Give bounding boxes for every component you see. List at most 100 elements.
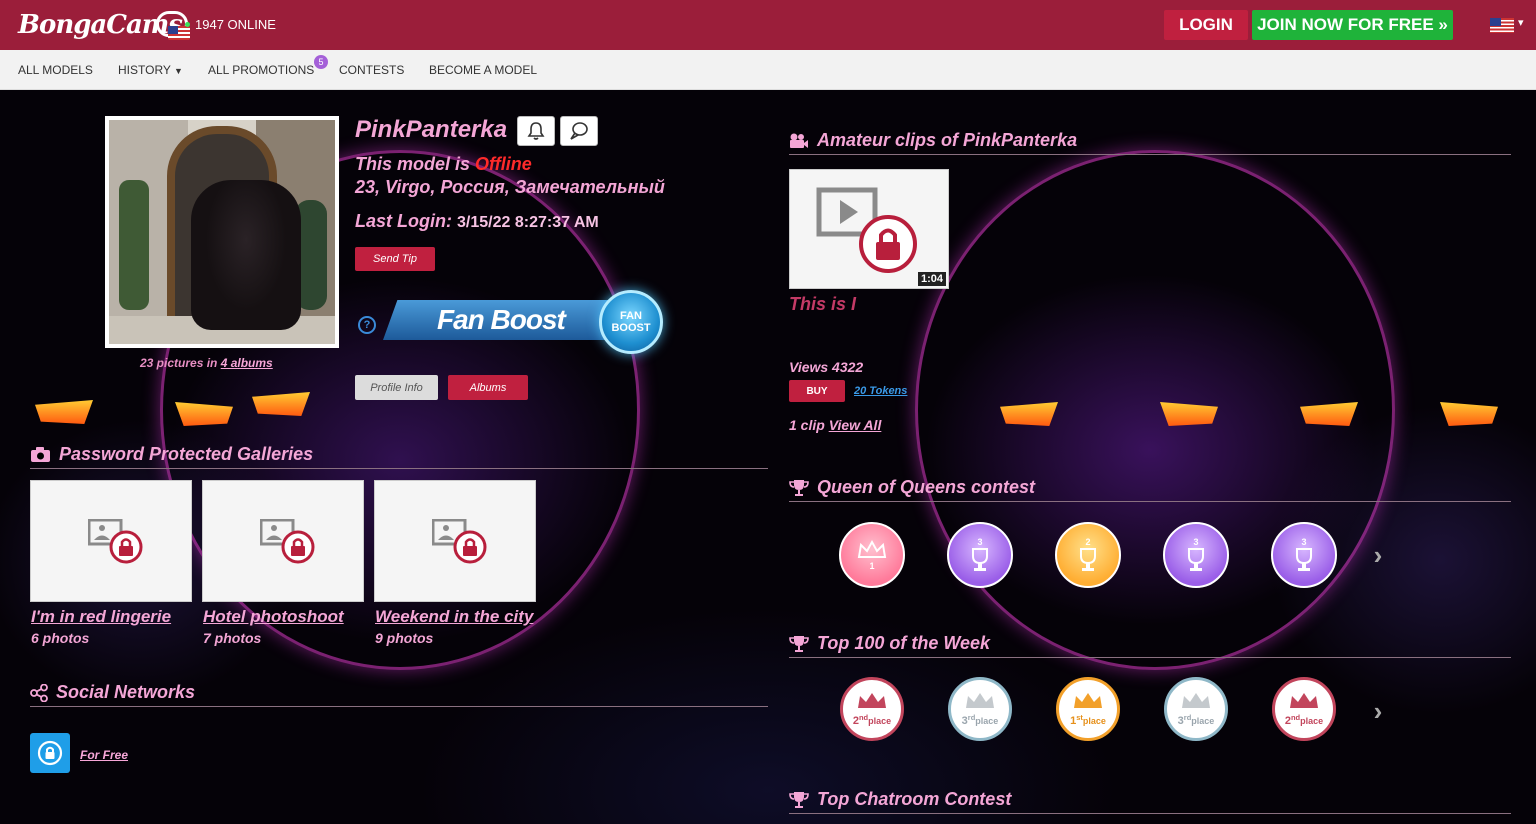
- albums-link[interactable]: 4 albums: [221, 356, 273, 370]
- fan-boost-banner[interactable]: Fan Boost: [383, 300, 623, 340]
- login-button[interactable]: LOGIN: [1164, 10, 1248, 40]
- crown-icon: [1290, 693, 1318, 708]
- clip-count: 1 clip View All: [789, 417, 881, 433]
- gallery-card[interactable]: [30, 480, 192, 602]
- fan-boost-badge-line1: FAN: [620, 310, 642, 322]
- gallery-title-link[interactable]: I'm in red lingerie: [31, 607, 193, 627]
- trophy-icon: [789, 791, 809, 808]
- queen-award-badge[interactable]: 3: [1163, 522, 1229, 588]
- top100-place-badge[interactable]: 2ndplace: [1272, 677, 1336, 741]
- place-word: place: [975, 716, 999, 726]
- queen-award-badge[interactable]: 2: [1055, 522, 1121, 588]
- award-rank: 2: [1085, 537, 1091, 547]
- gallery-card[interactable]: [202, 480, 364, 602]
- video-camera-icon: [790, 133, 808, 148]
- trophy-icon: [1080, 548, 1096, 571]
- top100-place-badge[interactable]: 3rdplace: [948, 677, 1012, 741]
- place-word: place: [1191, 716, 1215, 726]
- nav-all-promotions[interactable]: ALL PROMOTIONS: [208, 63, 314, 77]
- clip-count-text: 1 clip: [789, 417, 829, 433]
- last-login: Last Login: 3/15/22 8:27:37 AM: [355, 211, 599, 232]
- top100-place-badge[interactable]: 3rdplace: [1164, 677, 1228, 741]
- social-title: Social Networks: [56, 682, 196, 702]
- last-login-label: Last Login:: [355, 211, 452, 231]
- language-caret-icon[interactable]: ▾: [1518, 16, 1524, 29]
- queen-awards-next-chevron-icon[interactable]: ›: [1370, 540, 1386, 570]
- queen-award-badge[interactable]: 1: [839, 522, 905, 588]
- trophy-icon: [1188, 548, 1204, 571]
- bell-icon: [527, 122, 545, 140]
- gallery-photo-count: 7 photos: [203, 630, 262, 646]
- award-rank: 3: [1193, 537, 1199, 547]
- nav-become-model[interactable]: BECOME A MODEL: [429, 63, 537, 77]
- clip-price-link[interactable]: 20 Tokens: [854, 385, 907, 397]
- caret-down-icon: ▼: [174, 66, 183, 76]
- locked-video-icon: [816, 187, 917, 273]
- site-logo[interactable]: BongaCams: [18, 8, 190, 42]
- crown-icon: [1074, 693, 1102, 708]
- message-button[interactable]: [560, 116, 598, 146]
- pictures-summary: 23 pictures in 4 albums: [140, 356, 273, 370]
- clip-thumbnail[interactable]: 1:04: [789, 169, 949, 289]
- gallery-title-link[interactable]: Weekend in the city: [375, 607, 537, 627]
- us-flag-icon[interactable]: [1490, 18, 1514, 33]
- top100-next-chevron-icon[interactable]: ›: [1370, 696, 1386, 726]
- place-label: 3rdplace: [962, 713, 999, 727]
- place-label: 2ndplace: [1285, 713, 1323, 727]
- clip-title: This is I: [789, 294, 857, 314]
- trophy-icon: [972, 548, 988, 571]
- fan-boost-badge[interactable]: FAN BOOST: [599, 290, 663, 354]
- help-icon[interactable]: ?: [358, 316, 376, 334]
- queen-award-badge[interactable]: 3: [947, 522, 1013, 588]
- top100-place-badge[interactable]: 2ndplace: [840, 677, 904, 741]
- gallery-card[interactable]: [374, 480, 536, 602]
- nav-contests[interactable]: CONTESTS: [339, 63, 404, 77]
- award-rank: 1: [869, 561, 875, 571]
- buy-clip-button[interactable]: BUY: [789, 380, 845, 402]
- social-for-free-link[interactable]: For Free: [80, 748, 128, 762]
- camera-icon: [31, 446, 50, 462]
- chat-bubble-icon: [570, 122, 588, 140]
- send-tip-button[interactable]: Send Tip: [355, 247, 435, 271]
- queen-award-badge[interactable]: 3: [1271, 522, 1337, 588]
- profile-photo-image: [109, 120, 335, 344]
- share-icon: [30, 683, 48, 702]
- galleries-header: Password Protected Galleries: [30, 441, 768, 469]
- clip-views: Views 4322: [789, 359, 864, 375]
- status-prefix: This model is: [355, 154, 476, 174]
- nav-all-models[interactable]: ALL MODELS: [18, 63, 93, 77]
- trophy-icon: [1296, 548, 1312, 571]
- online-count-text: 1947 ONLINE: [195, 17, 276, 32]
- photo-figure: [191, 180, 301, 330]
- photo-plant: [119, 180, 149, 310]
- notify-bell-button[interactable]: [517, 116, 555, 146]
- top-bar: BongaCams 1947 ONLINE LOGIN JOIN NOW FOR…: [0, 0, 1536, 50]
- profile-photo[interactable]: [105, 116, 339, 348]
- last-login-value: 3/15/22 8:27:37 AM: [457, 214, 599, 231]
- tab-profile-info[interactable]: Profile Info: [355, 375, 438, 400]
- queen-contest-title: Queen of Queens contest: [817, 477, 1036, 497]
- social-lock-button[interactable]: [30, 733, 70, 773]
- view-all-clips-link[interactable]: View All: [829, 417, 882, 433]
- place-word: place: [1300, 716, 1324, 726]
- online-dot-icon: [185, 22, 190, 27]
- place-label: 2ndplace: [853, 713, 891, 727]
- crown-icon: [857, 539, 887, 558]
- locked-photo-icon: [432, 519, 487, 564]
- award-rank: 3: [1301, 537, 1307, 547]
- nav-history[interactable]: HISTORY ▼: [118, 63, 183, 77]
- join-button[interactable]: JOIN NOW FOR FREE »: [1252, 10, 1453, 40]
- gallery-title-link[interactable]: Hotel photoshoot: [203, 607, 365, 627]
- trophy-icon: [789, 479, 809, 496]
- tab-albums[interactable]: Albums: [448, 375, 528, 400]
- fan-boost-badge-line2: BOOST: [611, 322, 651, 334]
- promotions-count-badge: 5: [314, 55, 328, 69]
- clip-duration: 1:04: [917, 272, 946, 286]
- gallery-photo-count: 6 photos: [31, 630, 90, 646]
- crown-icon: [858, 693, 886, 708]
- trophy-icon: [789, 635, 809, 652]
- place-suffix: st: [1076, 713, 1083, 722]
- top100-place-badge[interactable]: 1stplace: [1056, 677, 1120, 741]
- chatroom-contest-title: Top Chatroom Contest: [817, 789, 1012, 809]
- main-nav: ALL MODELS HISTORY ▼ ALL PROMOTIONS 5 CO…: [0, 50, 1536, 90]
